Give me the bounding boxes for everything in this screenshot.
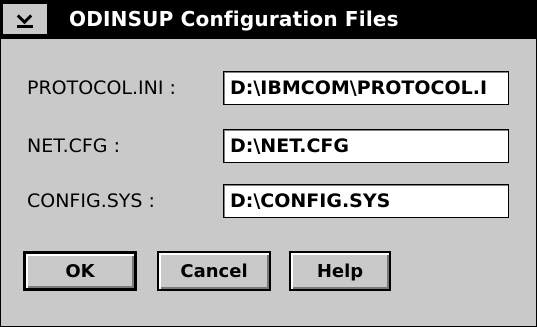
- cancel-button[interactable]: Cancel: [157, 251, 271, 291]
- protocol-ini-label: PROTOCOL.INI :: [27, 77, 176, 99]
- system-menu-button[interactable]: [3, 4, 49, 34]
- net-cfg-label: NET.CFG :: [27, 135, 120, 157]
- net-cfg-field[interactable]: [223, 129, 509, 163]
- odinsup-config-dialog: ODINSUP Configuration Files PROTOCOL.INI…: [0, 0, 537, 327]
- window-title: ODINSUP Configuration Files: [69, 7, 399, 31]
- ok-button[interactable]: OK: [23, 251, 137, 291]
- title-bar[interactable]: ODINSUP Configuration Files: [1, 1, 536, 39]
- config-sys-field[interactable]: [223, 184, 509, 218]
- config-sys-label: CONFIG.SYS :: [27, 190, 155, 212]
- system-menu-icon: [16, 8, 34, 28]
- protocol-ini-field[interactable]: [223, 71, 509, 105]
- help-button[interactable]: Help: [289, 251, 391, 291]
